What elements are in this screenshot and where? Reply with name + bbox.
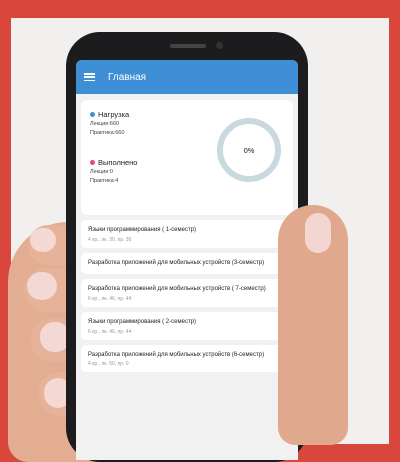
- done-dot-icon: [90, 160, 95, 165]
- done-lectures: Лекции:0: [90, 169, 113, 175]
- phone-top-bezel: [66, 32, 308, 62]
- phone: Главная Нагрузка Лекции:660 Практика:660…: [66, 32, 308, 462]
- course-title: Языки программирования ( 1-семестр): [88, 227, 197, 233]
- load-title: Нагрузка: [98, 110, 130, 119]
- course-title: Разработка приложений для мобильных устр…: [88, 259, 265, 266]
- front-camera: [216, 42, 223, 49]
- done-block: Выполнено Лекции:0 Практика:4: [90, 158, 137, 184]
- speaker: [170, 44, 206, 48]
- phone-screen: Главная Нагрузка Лекции:660 Практика:660…: [76, 60, 298, 460]
- summary-card: Нагрузка Лекции:660 Практика:660 Выполне…: [81, 100, 293, 215]
- course-card[interactable]: Языки программирования ( 1-семестр) 4 кр…: [81, 220, 293, 248]
- load-dot-icon: [90, 112, 95, 117]
- course-title: Языки программирования ( 2-семестр): [88, 319, 197, 326]
- course-card[interactable]: Разработка приложений для мобильных устр…: [81, 252, 293, 275]
- done-title: Выполнено: [98, 158, 138, 167]
- course-card[interactable]: Разработка приложений для мобильных устр…: [81, 279, 293, 308]
- thumb-nail: [305, 213, 331, 253]
- fingernail: [27, 272, 57, 300]
- progress-label: 0%: [243, 145, 255, 155]
- app-bar: Главная: [76, 60, 298, 94]
- course-title: Разработка приложений для мобильных устр…: [88, 286, 266, 293]
- hamburger-menu-icon[interactable]: [84, 73, 95, 81]
- page-title: Главная: [108, 71, 147, 83]
- course-details: 6 кр., лк. 46, пр. 44: [88, 296, 132, 303]
- load-lectures: Лекции:660: [90, 121, 120, 127]
- load-block: Нагрузка Лекции:660 Практика:660: [90, 110, 129, 136]
- course-title: Разработка приложений для мобильных устр…: [88, 351, 265, 358]
- load-practice: Практика:660: [90, 129, 125, 136]
- course-details: 4 кр., лк. 60, пр. 0: [88, 361, 129, 368]
- done-practice: Практика:4: [90, 177, 119, 184]
- course-details: 6 кр., лк. 46, пр. 44: [88, 328, 132, 335]
- course-details: 4 кр., лк. 30, пр. 30: [88, 236, 132, 243]
- fingernail: [30, 228, 56, 252]
- course-card[interactable]: Разработка приложений для мобильных устр…: [81, 344, 293, 373]
- progress-ring: 0%: [217, 118, 281, 182]
- course-card[interactable]: Языки программирования ( 2-семестр) 6 кр…: [81, 312, 293, 340]
